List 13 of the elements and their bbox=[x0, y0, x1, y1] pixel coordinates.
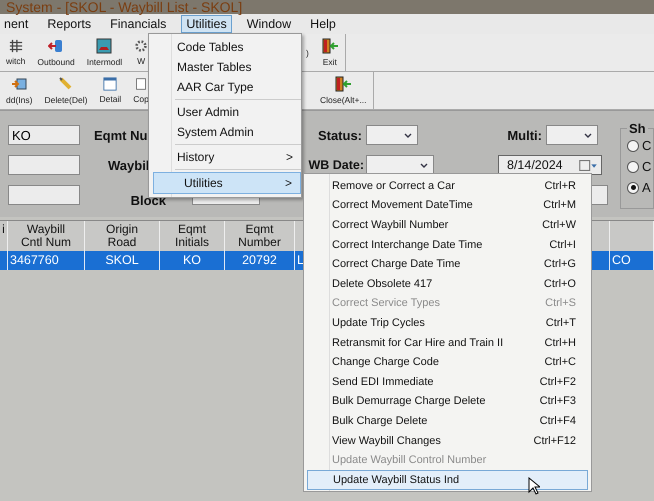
table-cell: CO bbox=[610, 251, 654, 270]
field-label: Waybil bbox=[107, 158, 150, 172]
table-cell: SKOL bbox=[85, 251, 160, 270]
field-label: Block bbox=[130, 193, 166, 209]
window-title: System - [SKOL - Waybill List - SKOL] bbox=[0, 0, 654, 14]
group-title: Sh bbox=[628, 121, 647, 136]
field-label: WB Date: bbox=[308, 158, 365, 172]
table-cell: KO bbox=[160, 251, 225, 270]
table-cell: 3467760 bbox=[8, 251, 85, 270]
table-cell: 20792 bbox=[225, 251, 295, 270]
field-label: Multi: bbox=[506, 128, 543, 142]
field-label: Eqmt Nu bbox=[93, 128, 148, 142]
field-label: Status: bbox=[316, 128, 363, 142]
